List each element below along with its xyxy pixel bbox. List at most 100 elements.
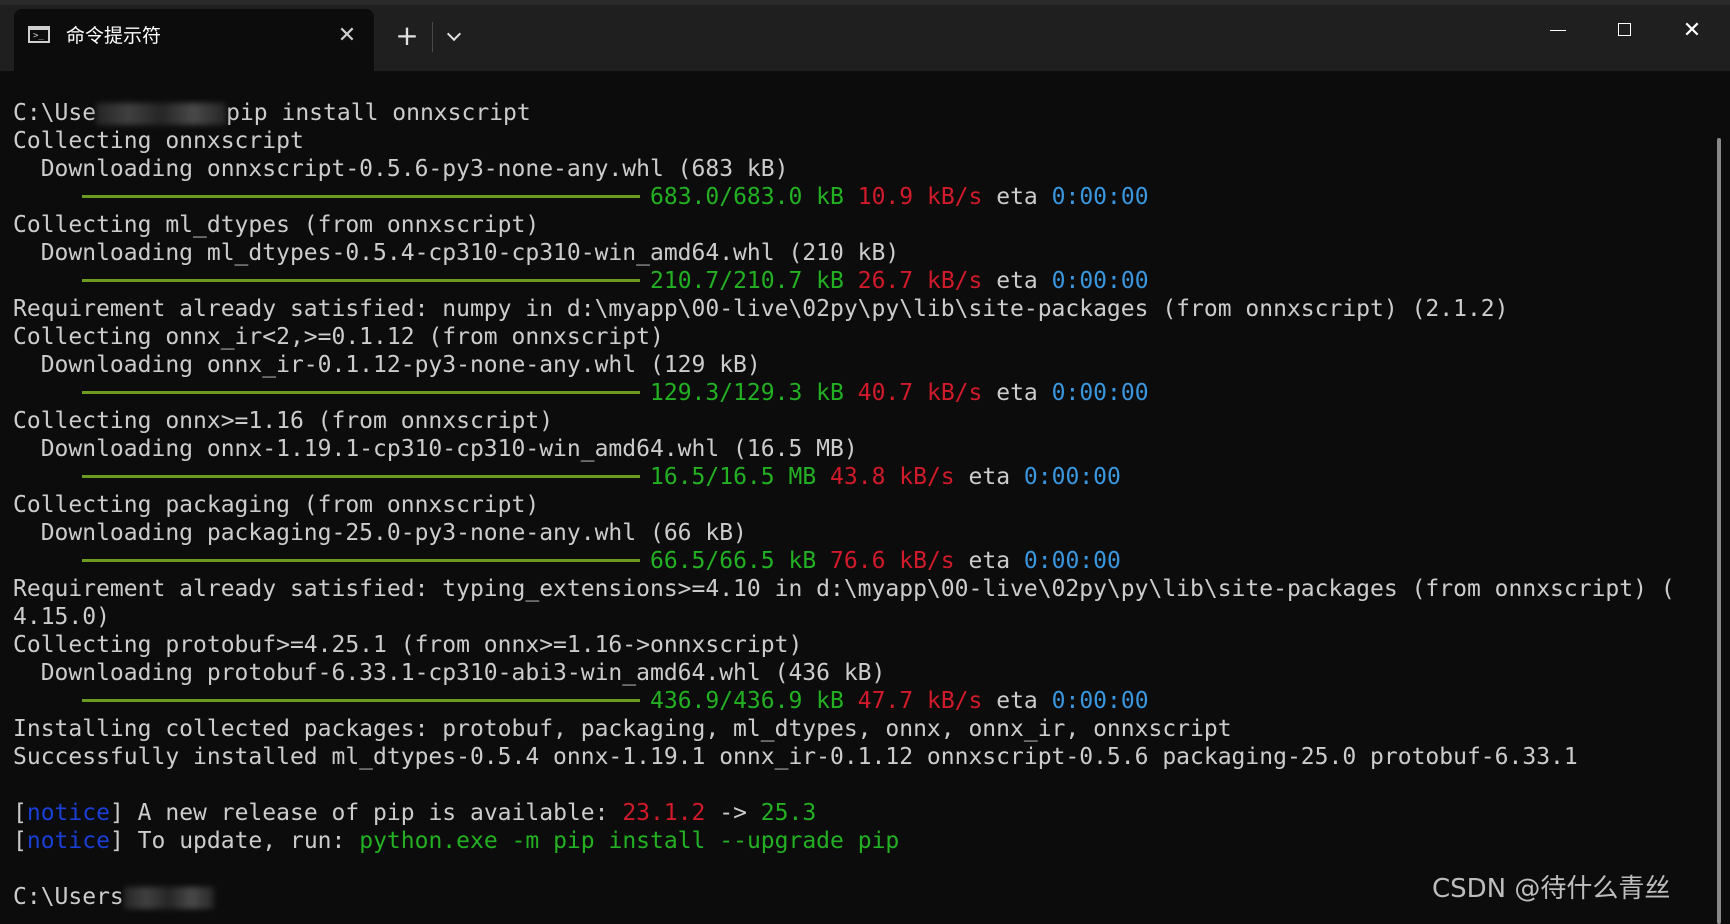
upgrade-command: python.exe -m pip install --upgrade pip <box>359 828 900 854</box>
terminal-line: 16.5/16.5 MB 43.8 kB/s eta 0:00:00 <box>13 463 1693 491</box>
watermark: CSDN @待什么青丝 <box>1432 874 1671 904</box>
notice-message: A new release of pip is available: <box>123 800 623 826</box>
download-size: 683.0/683.0 kB <box>650 184 844 210</box>
terminal-line: Requirement already satisfied: typing_ex… <box>13 575 1693 603</box>
terminal-line: Collecting packaging (from onnxscript) <box>13 491 1693 519</box>
terminal-line: Collecting onnxscript <box>13 127 1693 155</box>
output-text: Installing collected packages: protobuf,… <box>13 716 1232 742</box>
notice-tag: notice <box>26 800 110 826</box>
progress-bar <box>82 699 640 702</box>
download-size: 210.7/210.7 kB <box>650 268 844 294</box>
output-text: Collecting protobuf>=4.25.1 (from onnx>=… <box>13 632 803 658</box>
download-speed: 47.7 kB/s <box>857 688 983 714</box>
terminal-line: [notice] To update, run: python.exe -m p… <box>13 827 1693 855</box>
eta-label: eta <box>996 184 1038 210</box>
eta-label: eta <box>996 688 1038 714</box>
download-size: 436.9/436.9 kB <box>650 688 844 714</box>
eta-value: 0:00:00 <box>1051 688 1149 714</box>
bracket: [ <box>13 800 27 826</box>
terminal-line: Collecting onnx_ir<2,>=0.1.12 (from onnx… <box>13 323 1693 351</box>
output-text: Successfully installed ml_dtypes-0.5.4 o… <box>13 744 1578 770</box>
terminal-line: 210.7/210.7 kB 26.7 kB/s eta 0:00:00 <box>13 267 1693 295</box>
terminal-icon: >_ <box>28 26 50 43</box>
eta-value: 0:00:00 <box>1023 548 1121 574</box>
output-text: Downloading protobuf-6.33.1-cp310-abi3-w… <box>13 660 886 686</box>
terminal-line: Downloading onnx-1.19.1-cp310-cp310-win_… <box>13 435 1693 463</box>
output-text: Collecting onnx>=1.16 (from onnxscript) <box>13 408 554 434</box>
redacted-username <box>123 886 214 909</box>
notice-tag: notice <box>26 828 110 854</box>
progress-bar <box>82 559 640 562</box>
terminal-line: Downloading packaging-25.0-py3-none-any.… <box>13 519 1693 547</box>
terminal-line: [notice] A new release of pip is availab… <box>13 799 1693 827</box>
terminal-line: Downloading protobuf-6.33.1-cp310-abi3-w… <box>13 659 1693 687</box>
terminal-line: Downloading onnxscript-0.5.6-py3-none-an… <box>13 155 1693 183</box>
maximize-icon <box>1618 23 1631 36</box>
tab-command-prompt[interactable]: >_ 命令提示符 ✕ <box>14 9 374 71</box>
download-speed: 76.6 kB/s <box>830 548 955 574</box>
output-text: Collecting onnx_ir<2,>=0.1.12 (from onnx… <box>13 324 664 350</box>
output-text: Collecting packaging (from onnxscript) <box>13 492 540 518</box>
output-text: Collecting onnxscript <box>13 128 304 154</box>
bracket: ] <box>109 828 124 854</box>
terminal-line: 129.3/129.3 kB 40.7 kB/s eta 0:00:00 <box>13 379 1693 407</box>
command-text: pip install onnxscript <box>226 100 531 126</box>
eta-value: 0:00:00 <box>1051 268 1149 294</box>
maximize-button[interactable] <box>1595 12 1655 50</box>
eta-label: eta <box>996 268 1038 294</box>
output-text: Downloading packaging-25.0-py3-none-any.… <box>13 520 747 546</box>
output-text: Downloading onnx_ir-0.1.12-py3-none-any.… <box>13 352 761 378</box>
progress-bar <box>82 195 640 198</box>
terminal-line: Successfully installed ml_dtypes-0.5.4 o… <box>13 743 1693 771</box>
progress-bar <box>82 391 640 394</box>
terminal-window: >_ 命令提示符 ✕ + ✕ C:\Use pip install onnxscr… <box>0 0 1730 924</box>
version-arrow: -> <box>705 800 761 826</box>
output-text: Downloading ml_dtypes-0.5.4-cp310-cp310-… <box>13 240 900 266</box>
new-tab-button[interactable]: + <box>390 20 424 54</box>
top-strip <box>0 0 1730 5</box>
eta-label: eta <box>968 548 1011 574</box>
output-text: Requirement already satisfied: typing_ex… <box>13 576 1675 602</box>
terminal-line: C:\Use pip install onnxscript <box>13 99 1693 127</box>
terminal-line: 66.5/66.5 kB 76.6 kB/s eta 0:00:00 <box>13 547 1693 575</box>
dropdown-button[interactable] <box>438 20 472 54</box>
eta-value: 0:00:00 <box>1051 380 1149 406</box>
minimize-button[interactable] <box>1528 12 1588 50</box>
prompt-prefix: C:\Use <box>13 100 97 126</box>
terminal-line: 683.0/683.0 kB 10.9 kB/s eta 0:00:00 <box>13 183 1693 211</box>
eta-value: 0:00:00 <box>1051 184 1149 210</box>
eta-value: 0:00:00 <box>1023 464 1121 490</box>
tab-close-button[interactable]: ✕ <box>332 21 362 51</box>
output-text: Requirement already satisfied: numpy in … <box>13 296 1509 322</box>
progress-bar <box>82 475 640 478</box>
output-text: Downloading onnxscript-0.5.6-py3-none-an… <box>13 156 789 182</box>
eta-label: eta <box>968 464 1011 490</box>
new-version: 25.3 <box>760 800 817 826</box>
close-window-button[interactable]: ✕ <box>1662 12 1722 50</box>
download-size: 16.5/16.5 MB <box>650 464 817 490</box>
close-icon: ✕ <box>1682 18 1702 43</box>
old-version: 23.1.2 <box>622 800 706 826</box>
terminal-line: 436.9/436.9 kB 47.7 kB/s eta 0:00:00 <box>13 687 1693 715</box>
bracket: ] <box>109 800 124 826</box>
output-text: Collecting ml_dtypes (from onnxscript) <box>13 212 540 238</box>
download-size: 129.3/129.3 kB <box>650 380 844 406</box>
output-text: Downloading onnx-1.19.1-cp310-cp310-win_… <box>13 436 858 462</box>
terminal-line: Downloading onnx_ir-0.1.12-py3-none-any.… <box>13 351 1693 379</box>
bracket: [ <box>13 828 27 854</box>
terminal-line: 4.15.0) <box>13 603 1693 631</box>
scrollbar[interactable] <box>1717 138 1721 924</box>
terminal-output[interactable]: C:\Use pip install onnxscript Collecting o… <box>13 99 1693 924</box>
terminal-line: Collecting ml_dtypes (from onnxscript) <box>13 211 1693 239</box>
